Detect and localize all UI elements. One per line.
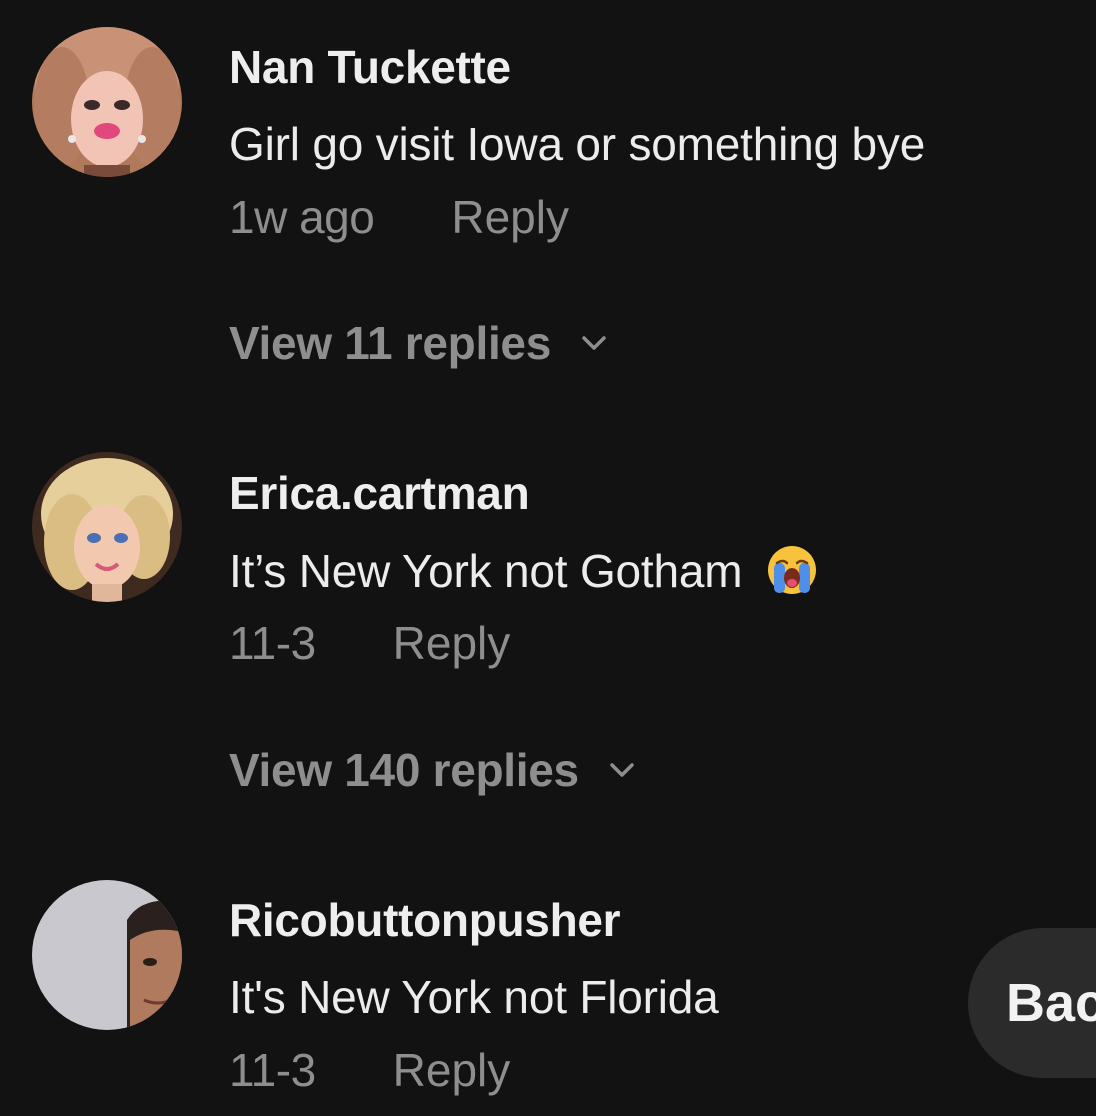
comment-text: It's New York not Florida: [229, 971, 719, 1023]
comment-text: Girl go visit Iowa or something bye: [229, 118, 926, 170]
reply-button[interactable]: Reply: [393, 1043, 511, 1097]
chevron-down-icon: [605, 753, 639, 787]
comment-text-content: It’s New York not Gotham: [229, 545, 743, 597]
comment-username[interactable]: Erica.cartman: [229, 466, 530, 520]
back-button[interactable]: Back: [968, 928, 1096, 1078]
comment-timestamp: 11-3: [229, 1044, 316, 1096]
avatar[interactable]: [32, 452, 182, 602]
comment-text: It’s New York not Gotham: [229, 544, 818, 598]
comment-username[interactable]: Nan Tuckette: [229, 40, 511, 94]
comment-meta: 1w ago Reply: [229, 190, 569, 244]
comment-meta: 11-3 Reply: [229, 616, 510, 670]
reply-button[interactable]: Reply: [451, 190, 569, 244]
view-replies-label: View 11 replies: [229, 317, 551, 369]
loudly-crying-face-icon: [766, 544, 818, 596]
comment-meta: 11-3 Reply: [229, 1043, 510, 1097]
chevron-down-icon: [577, 326, 611, 360]
view-replies-button[interactable]: View 11 replies: [229, 316, 611, 370]
view-replies-button[interactable]: View 140 replies: [229, 743, 639, 797]
comment-feed: Nan Tuckette Girl go visit Iowa or somet…: [0, 0, 1096, 1116]
avatar[interactable]: [32, 27, 182, 177]
comment-timestamp: 11-3: [229, 617, 316, 669]
avatar[interactable]: [32, 880, 182, 1030]
comment-username[interactable]: Ricobuttonpusher: [229, 893, 621, 947]
view-replies-label: View 140 replies: [229, 744, 579, 796]
comment-timestamp: 1w ago: [229, 191, 375, 243]
reply-button[interactable]: Reply: [393, 616, 511, 670]
